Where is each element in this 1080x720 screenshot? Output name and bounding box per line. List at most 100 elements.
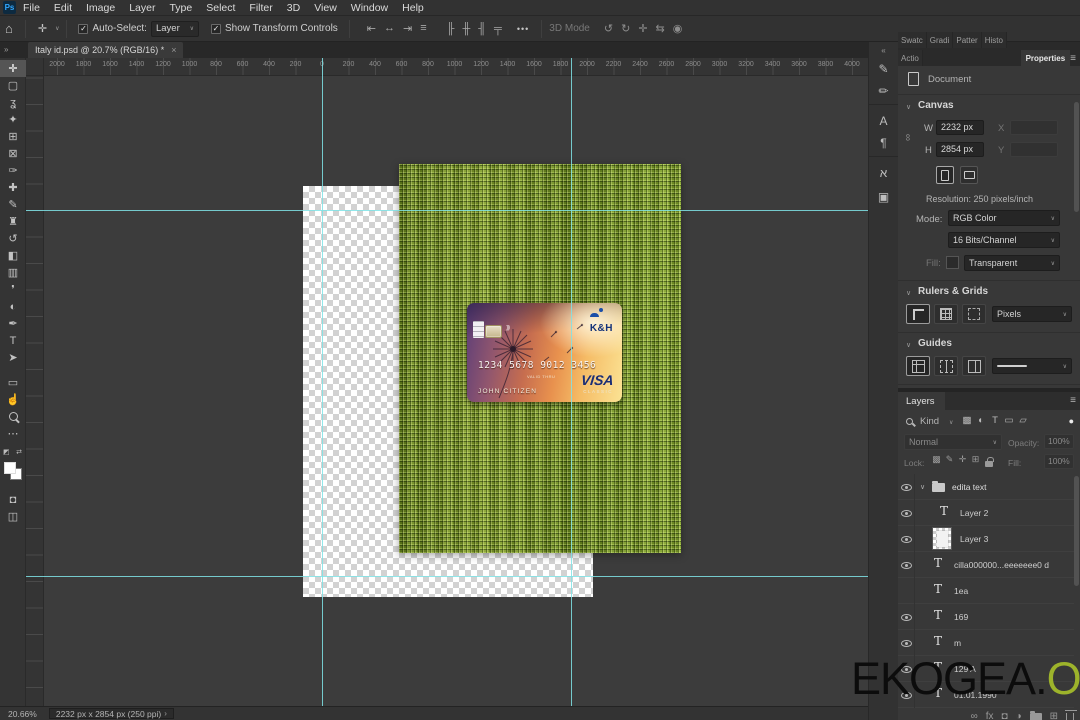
quick-selection-tool[interactable]: ✦ bbox=[0, 111, 26, 128]
hand-tool[interactable]: ☝ bbox=[0, 391, 26, 408]
guide-vertical-2[interactable] bbox=[571, 58, 572, 706]
fill-field[interactable]: 100% bbox=[1044, 454, 1074, 469]
zoom-level[interactable]: 20.66% bbox=[8, 709, 37, 719]
filter-type-layers-icon[interactable]: T bbox=[988, 415, 1002, 426]
chevron-double-icon[interactable]: » bbox=[4, 45, 8, 54]
home-icon[interactable]: ⌂ bbox=[5, 21, 13, 36]
panel-menu-icon[interactable]: ≡ bbox=[1070, 53, 1076, 66]
3d-orbit-icon[interactable]: ↺ bbox=[604, 22, 613, 35]
canvas-area[interactable]: ))) K&H 1234 5678 9012 3456 VALID THRU J… bbox=[44, 76, 868, 706]
align-left-icon[interactable]: ⇤ bbox=[367, 22, 376, 35]
filter-adjustment-layers-icon[interactable]: ◐ bbox=[974, 415, 988, 426]
marquee-tool[interactable]: ▢ bbox=[0, 77, 26, 94]
edit-toolbar-button[interactable]: ⋯ bbox=[0, 425, 26, 442]
eraser-tool[interactable]: ◧ bbox=[0, 247, 26, 264]
toggle-guides-button[interactable] bbox=[906, 356, 930, 376]
horizontal-ruler[interactable]: 2000 1800 1600 1400 1200 1000 800 600 400 2000 200… bbox=[26, 58, 868, 76]
lock-transparent-icon[interactable]: ▩ bbox=[930, 454, 943, 467]
tab-patter[interactable]: Patter bbox=[953, 32, 982, 48]
new-layer-button[interactable]: ⊞ bbox=[1050, 712, 1058, 720]
layer-row[interactable]: T cilla000000...eeeeeee0 d bbox=[898, 552, 1074, 578]
menu-edit[interactable]: Edit bbox=[47, 0, 79, 16]
filter-shape-layers-icon[interactable]: ▭ bbox=[1002, 415, 1016, 426]
layers-scrollbar[interactable] bbox=[1074, 476, 1079, 586]
clone-stamp-tool[interactable]: ♜ bbox=[0, 213, 26, 230]
distribute-center-icon[interactable]: ╫ bbox=[462, 23, 470, 35]
guide-horizontal-1[interactable] bbox=[26, 210, 868, 211]
move-tool[interactable]: ✛ bbox=[0, 60, 26, 77]
portrait-orientation-button[interactable] bbox=[936, 166, 954, 184]
layer-row[interactable]: Layer 3 bbox=[898, 526, 1074, 552]
mode-dropdown[interactable]: RGB Color ∨ bbox=[948, 210, 1060, 226]
toggle-grid-button[interactable] bbox=[934, 304, 958, 324]
path-selection-tool[interactable]: ➤ bbox=[0, 349, 26, 366]
lock-position-icon[interactable]: ✛ bbox=[956, 454, 969, 467]
auto-select-checkbox[interactable]: ✓ bbox=[78, 23, 89, 34]
expand-icon[interactable]: ∨ bbox=[920, 483, 925, 491]
width-field[interactable]: 2232 px bbox=[936, 120, 984, 135]
distribute-left-icon[interactable]: ╟ bbox=[447, 23, 455, 35]
menu-window[interactable]: Window bbox=[344, 0, 395, 16]
3d-slide-icon[interactable]: ⇆ bbox=[656, 22, 665, 35]
toggle-rulers-button[interactable] bbox=[906, 304, 930, 324]
align-center-icon[interactable]: ↔ bbox=[384, 22, 395, 35]
visibility-toggle[interactable] bbox=[898, 552, 915, 578]
brush-tool[interactable]: ✎ bbox=[0, 196, 26, 213]
3d-zoom-icon[interactable]: ◉ bbox=[673, 22, 683, 35]
ruler-corner[interactable] bbox=[26, 58, 44, 76]
character-panel-icon[interactable]: A bbox=[869, 109, 899, 133]
close-icon[interactable]: × bbox=[171, 45, 176, 55]
filter-toggle-icon[interactable]: ● bbox=[1069, 416, 1074, 426]
blur-tool[interactable]: ❜ bbox=[0, 281, 26, 298]
crop-tool[interactable]: ⊞ bbox=[0, 128, 26, 145]
menu-image[interactable]: Image bbox=[79, 0, 122, 16]
chevron-down-icon[interactable]: ∨ bbox=[906, 289, 911, 297]
foreground-color-swatch[interactable] bbox=[4, 462, 16, 474]
align-edges-icon[interactable]: ≡ bbox=[420, 22, 426, 35]
layer-row[interactable]: T Layer 2 bbox=[898, 500, 1074, 526]
quick-mask-button[interactable]: ◘ bbox=[0, 491, 26, 508]
height-field[interactable]: 2854 px bbox=[936, 142, 984, 157]
menu-filter[interactable]: Filter bbox=[242, 0, 279, 16]
show-transform-checkbox[interactable]: ✓ bbox=[210, 23, 221, 34]
lock-all-icon[interactable] bbox=[985, 457, 994, 467]
link-layers-button[interactable]: ∞ bbox=[971, 712, 978, 720]
guide-horizontal-2[interactable] bbox=[26, 576, 868, 577]
default-colors-icon[interactable]: ◩ bbox=[3, 448, 10, 456]
more-options-icon[interactable]: ••• bbox=[517, 24, 529, 34]
new-group-button[interactable] bbox=[1029, 711, 1042, 720]
guide-vertical-1[interactable] bbox=[322, 58, 323, 706]
brush-settings-icon[interactable]: ✎ bbox=[869, 57, 899, 81]
3d-panel-icon[interactable]: ▣ bbox=[869, 185, 899, 209]
eyedropper-tool[interactable]: ✑ bbox=[0, 162, 26, 179]
chevron-down-icon[interactable]: ∨ bbox=[906, 103, 911, 111]
tab-properties[interactable]: Properties bbox=[1020, 50, 1071, 66]
visibility-toggle[interactable] bbox=[898, 526, 915, 552]
tab-layers[interactable]: Layers bbox=[898, 392, 945, 410]
paragraph-panel-icon[interactable]: ¶ bbox=[868, 133, 899, 157]
tab-histo[interactable]: Histo bbox=[981, 32, 1007, 48]
menu-layer[interactable]: Layer bbox=[122, 0, 162, 16]
visibility-toggle[interactable] bbox=[898, 500, 915, 526]
3d-roll-icon[interactable]: ↻ bbox=[621, 22, 630, 35]
ruler-units-dropdown[interactable]: Pixels ∨ bbox=[992, 306, 1072, 322]
pen-tool[interactable]: ✒ bbox=[0, 315, 26, 332]
landscape-orientation-button[interactable] bbox=[960, 166, 978, 184]
menu-type[interactable]: Type bbox=[162, 0, 199, 16]
add-mask-button[interactable]: ◘ bbox=[1002, 712, 1008, 720]
swap-colors-icon[interactable]: ⇄ bbox=[16, 448, 22, 456]
fill-swatch[interactable] bbox=[946, 256, 959, 269]
layer-effects-button[interactable]: fx bbox=[986, 712, 994, 720]
delete-layer-button[interactable] bbox=[1065, 709, 1077, 720]
lock-pixels-icon[interactable]: ✎ bbox=[943, 454, 956, 467]
history-brush-tool[interactable]: ↺ bbox=[0, 230, 26, 247]
tab-gradi[interactable]: Gradi bbox=[926, 32, 954, 48]
rectangle-tool[interactable]: ▭ bbox=[0, 374, 26, 391]
visibility-toggle[interactable] bbox=[898, 474, 915, 500]
menu-file[interactable]: File bbox=[16, 0, 47, 16]
vertical-ruler[interactable] bbox=[26, 76, 44, 706]
toggle-pixel-grid-button[interactable] bbox=[962, 304, 986, 324]
document-info[interactable]: 2232 px x 2854 px (250 ppi) › bbox=[48, 708, 174, 719]
panel-menu-icon[interactable]: ≡ bbox=[1070, 395, 1076, 408]
3d-pan-icon[interactable]: ✛ bbox=[638, 22, 647, 35]
